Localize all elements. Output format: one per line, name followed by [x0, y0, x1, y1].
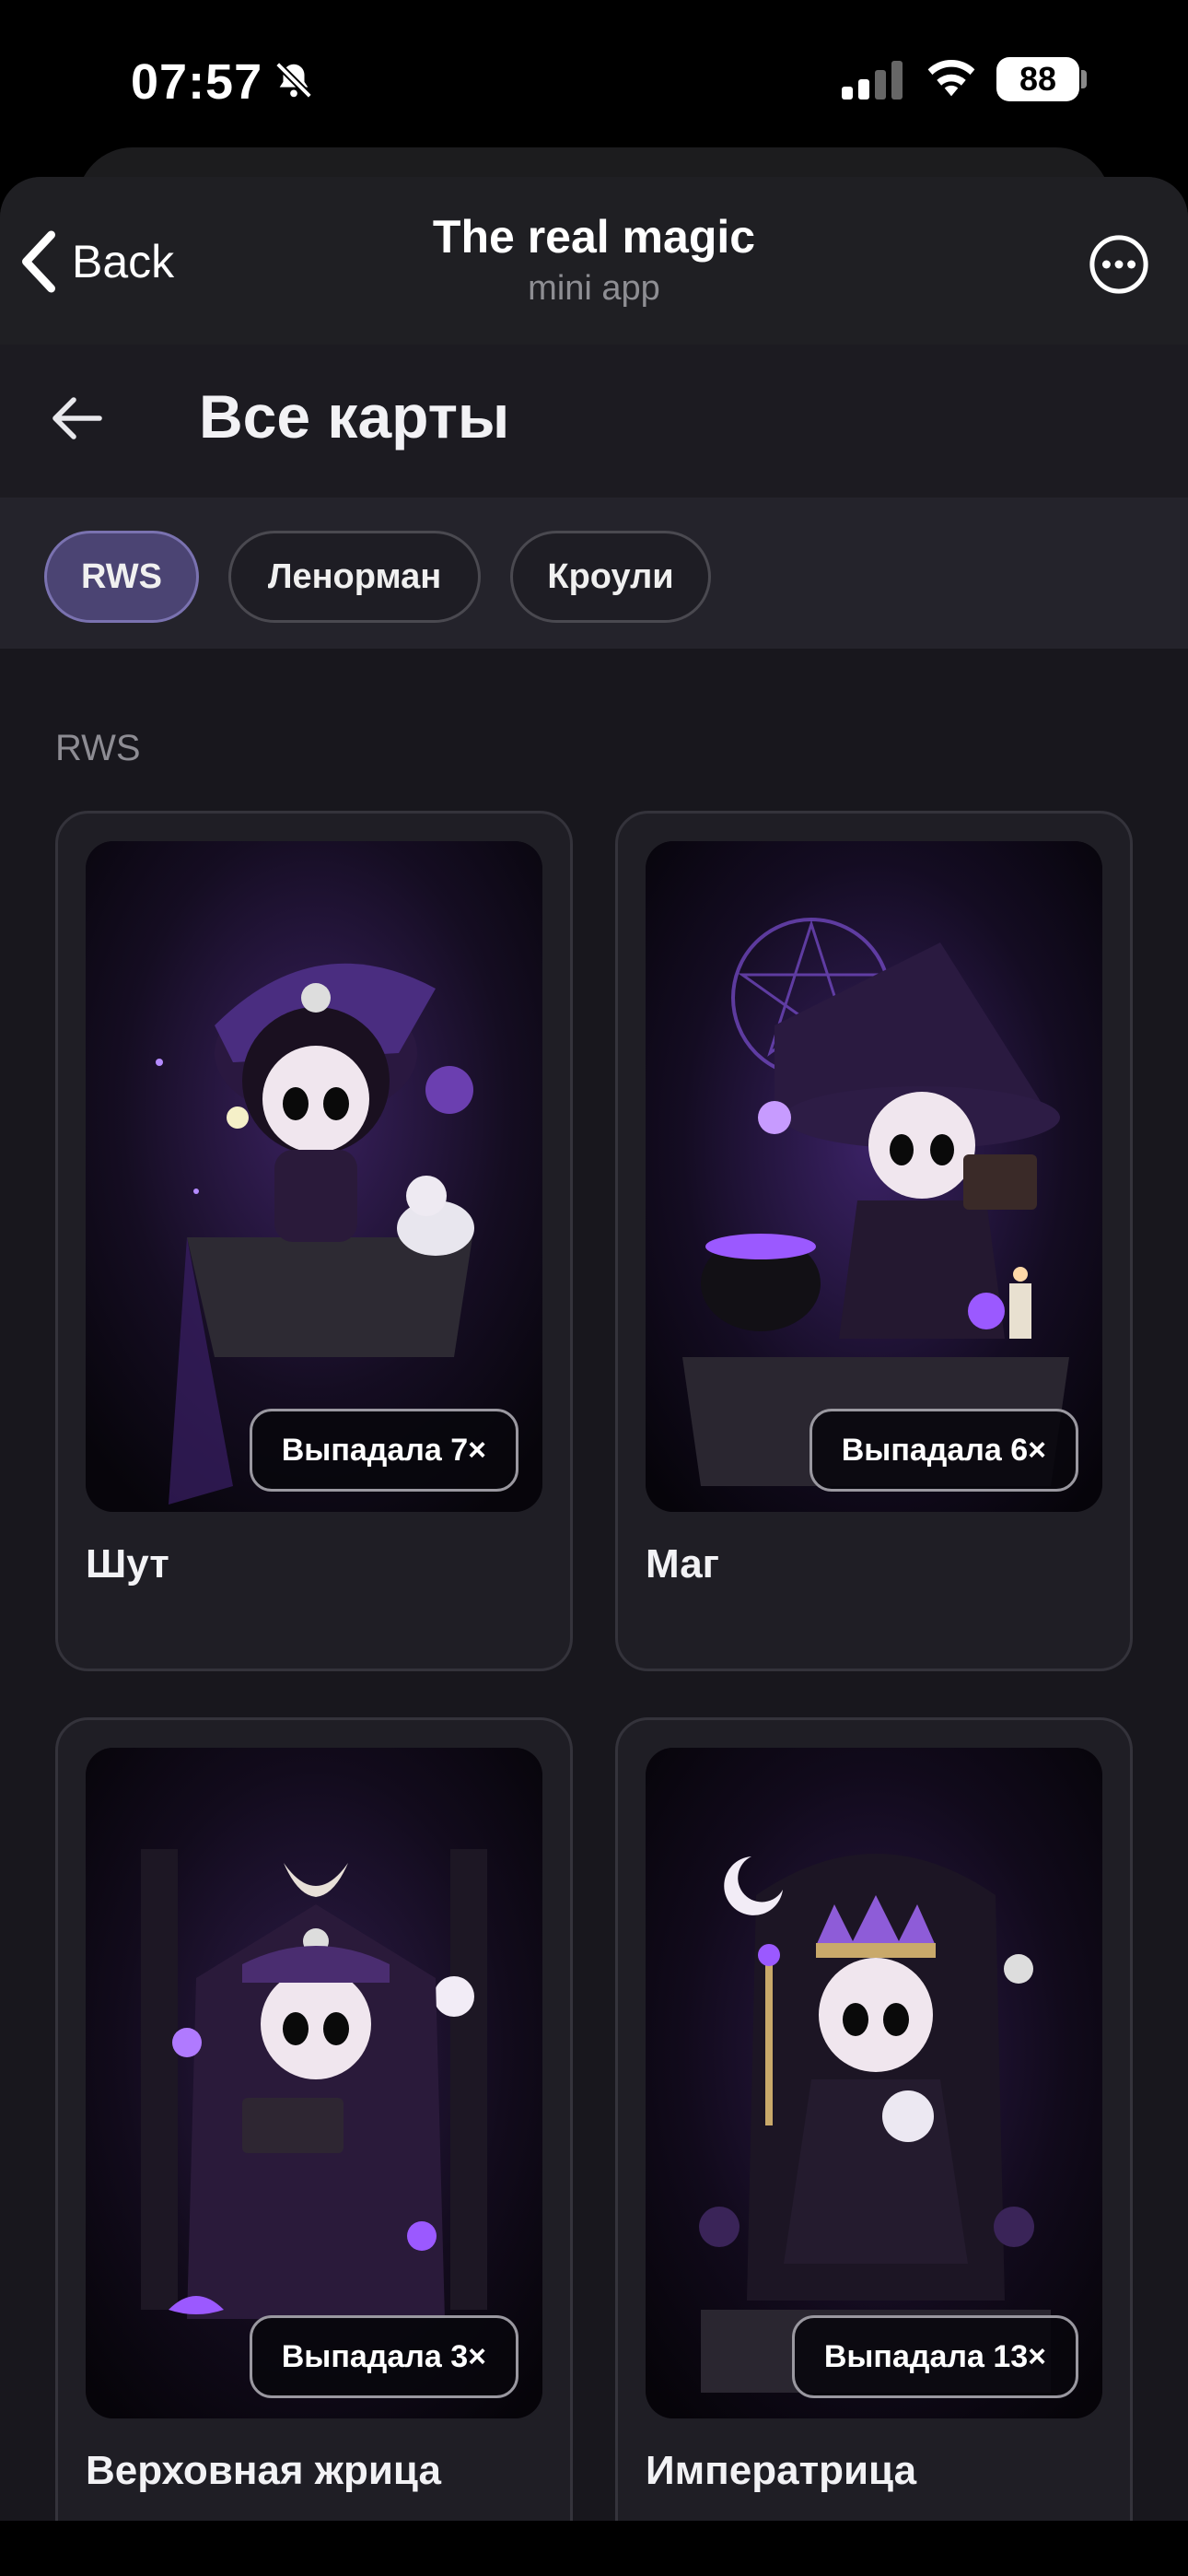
tarot-card[interactable]: Выпадала 6× Маг [615, 811, 1133, 1671]
card-illustration: Выпадала 3× [86, 1748, 542, 2418]
card-name: Шут [86, 1541, 169, 1587]
status-bar: 07:57 88 [0, 0, 1188, 157]
app-content: Все карты RWS Ленорман Кроули RWS Выпада… [0, 345, 1188, 2576]
tarot-card[interactable]: Выпадала 13× Императрица [615, 1717, 1133, 2576]
app-subtitle: mini app [528, 269, 660, 308]
tab-rws[interactable]: RWS [44, 531, 199, 623]
arrow-left-icon[interactable] [50, 391, 105, 446]
tarot-card[interactable]: Выпадала 3× Верховная жрица [55, 1717, 573, 2576]
battery-nub [1081, 70, 1087, 88]
signal-icon [842, 61, 903, 100]
home-indicator-area [0, 2521, 1188, 2576]
page-title: Все карты [199, 382, 510, 451]
status-time: 07:57 [131, 54, 263, 110]
ellipsis-circle-icon[interactable] [1089, 234, 1149, 295]
tarot-card[interactable]: Выпадала 7× Шут [55, 811, 573, 1671]
drawn-count-badge: Выпадала 13× [791, 2315, 1078, 2398]
card-name: Верховная жрица [86, 2448, 441, 2493]
page-header: Все карты [0, 345, 1188, 498]
mini-app-header: Back The real magic mini app [0, 177, 1188, 345]
drawn-count-badge: Выпадала 7× [249, 1409, 518, 1492]
mini-app-sheet: Back The real magic mini app Все карты R… [0, 177, 1188, 2576]
section-label: RWS [55, 728, 141, 768]
card-illustration: Выпадала 6× [646, 841, 1102, 1512]
bell-slash-icon [275, 62, 312, 99]
tab-lenormand[interactable]: Ленорман [228, 531, 481, 623]
wifi-icon [927, 59, 975, 97]
deck-filter-bar: RWS Ленорман Кроули [0, 498, 1188, 649]
card-illustration: Выпадала 7× [86, 841, 542, 1512]
card-name: Маг [646, 1541, 719, 1587]
drawn-count-badge: Выпадала 3× [249, 2315, 518, 2398]
card-illustration: Выпадала 13× [646, 1748, 1102, 2418]
drawn-count-badge: Выпадала 6× [809, 1409, 1078, 1492]
battery-icon: 88 [996, 57, 1079, 101]
app-title: The real magic [432, 211, 756, 263]
card-name: Императрица [646, 2448, 917, 2493]
tab-crowley[interactable]: Кроули [510, 531, 711, 623]
